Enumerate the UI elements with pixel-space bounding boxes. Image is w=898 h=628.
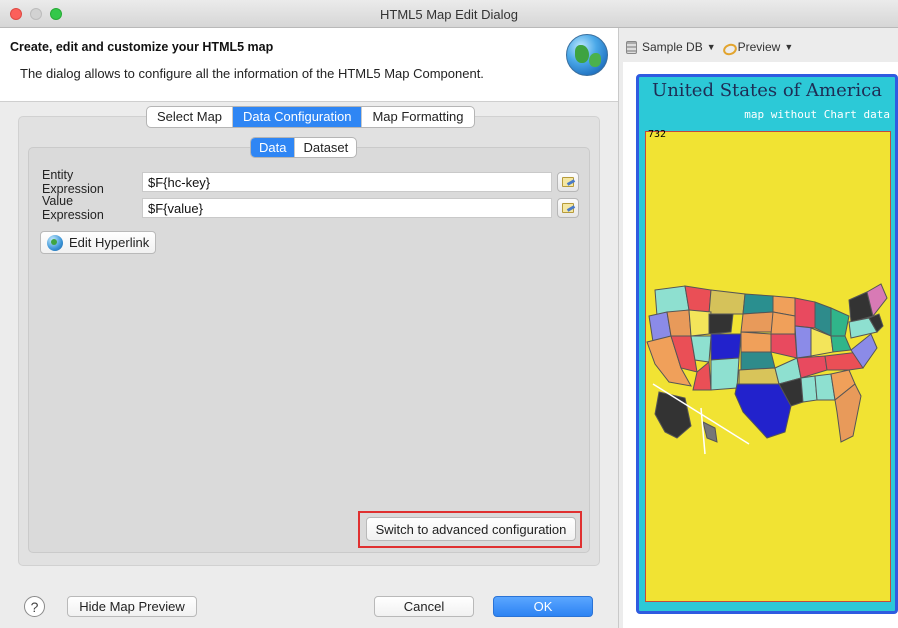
preview-divider	[618, 28, 619, 628]
expression-editor-icon	[562, 177, 574, 187]
map-state	[794, 325, 814, 359]
tab-data-configuration[interactable]: Data Configuration	[233, 107, 363, 127]
tab-map-formatting[interactable]: Map Formatting	[362, 107, 473, 127]
main-tabs: Select Map Data Configuration Map Format…	[146, 106, 475, 128]
cancel-button[interactable]: Cancel	[374, 596, 474, 617]
map-state	[734, 383, 792, 439]
datasource-selector[interactable]: Sample DB	[642, 40, 703, 54]
ok-button[interactable]: OK	[493, 596, 593, 617]
map-state	[708, 289, 746, 315]
hide-map-preview-button[interactable]: Hide Map Preview	[67, 596, 197, 617]
preview-icon	[722, 41, 735, 54]
map-state	[794, 297, 816, 329]
map-edit-dialog: HTML5 Map Edit Dialog Create, edit and c…	[0, 0, 898, 628]
entity-expression-label: Entity Expression	[42, 168, 104, 196]
edit-hyperlink-button[interactable]: Edit Hyperlink	[40, 231, 156, 254]
map-subtitle: map without Chart data	[744, 108, 890, 121]
map-state	[770, 311, 796, 335]
globe-icon	[47, 235, 63, 251]
chevron-down-icon[interactable]: ▼	[707, 42, 716, 52]
value-expression-label: Value Expression	[42, 194, 104, 222]
entity-expression-editor-button[interactable]	[557, 172, 579, 192]
header-title: Create, edit and customize your HTML5 ma…	[10, 40, 274, 54]
entity-expression-input[interactable]	[142, 172, 552, 192]
entity-expression-row: Entity Expression	[42, 168, 138, 196]
map-state	[830, 335, 852, 353]
tab-select-map[interactable]: Select Map	[147, 107, 234, 127]
map-state	[742, 293, 774, 315]
preview-selector[interactable]: Preview	[738, 40, 781, 54]
map-state	[710, 333, 742, 361]
database-icon	[626, 40, 637, 54]
map-hawaii	[702, 421, 718, 443]
map-title: United States of America	[652, 80, 882, 101]
value-expression-input[interactable]	[142, 198, 552, 218]
map-state	[708, 313, 734, 335]
map-state	[738, 367, 780, 385]
map-state	[666, 309, 692, 337]
header-description: The dialog allows to configure all the i…	[20, 66, 484, 81]
value-expression-row: Value Expression	[42, 194, 138, 222]
usa-map	[646, 283, 888, 455]
map-state	[830, 307, 850, 337]
map-state	[770, 333, 798, 359]
globe-icon	[566, 34, 608, 76]
edit-hyperlink-label: Edit Hyperlink	[69, 235, 150, 250]
subtab-data[interactable]: Data	[251, 138, 296, 157]
map-alaska	[654, 391, 692, 439]
map-state	[740, 331, 772, 353]
field-divider	[551, 172, 553, 192]
value-expression-editor-button[interactable]	[557, 198, 579, 218]
window-title: HTML5 Map Edit Dialog	[380, 7, 518, 22]
subtab-dataset[interactable]: Dataset	[295, 138, 356, 157]
expression-editor-icon	[562, 203, 574, 213]
switch-advanced-button[interactable]: Switch to advanced configuration	[366, 517, 576, 541]
title-bar: HTML5 Map Edit Dialog	[0, 0, 898, 28]
map-state	[740, 351, 776, 371]
chevron-down-icon[interactable]: ▼	[784, 42, 793, 52]
map-state	[688, 309, 712, 337]
map-state	[710, 357, 740, 391]
help-button[interactable]: ?	[24, 596, 45, 617]
map-code-label: 732	[648, 129, 667, 140]
map-state	[740, 311, 774, 333]
preview-toolbar: Sample DB ▼ Preview ▼	[626, 38, 793, 56]
dialog-header: Create, edit and customize your HTML5 ma…	[0, 28, 618, 102]
field-divider	[551, 198, 553, 218]
map-state	[800, 375, 818, 403]
data-subtabs: Data Dataset	[250, 137, 358, 158]
